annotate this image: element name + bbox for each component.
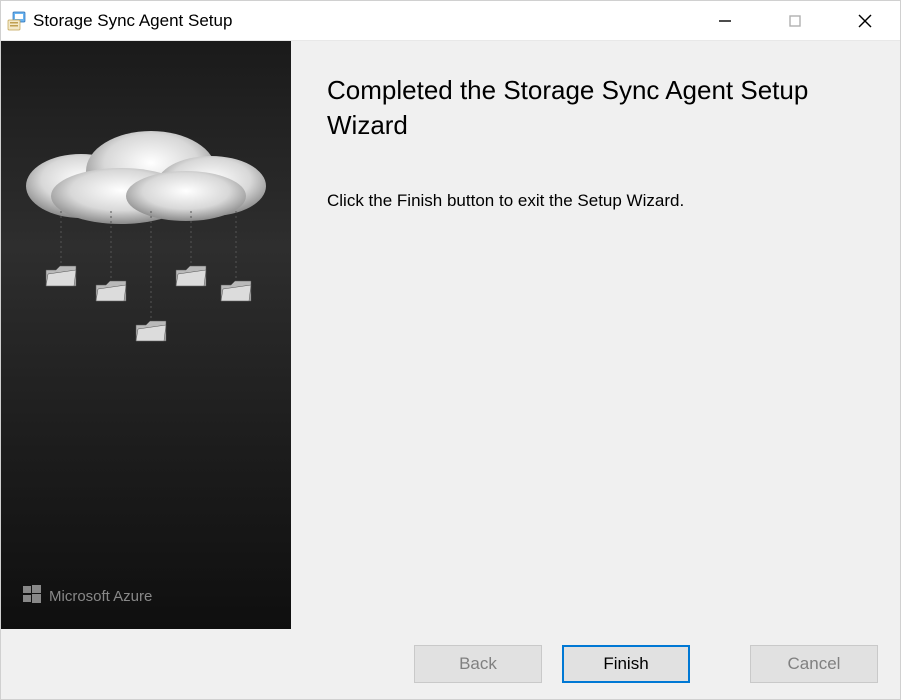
cloud-icon (11, 116, 281, 226)
content-area: Microsoft Azure Completed the Storage Sy… (1, 41, 900, 629)
cancel-button: Cancel (750, 645, 878, 683)
azure-brand-text: Microsoft Azure (49, 588, 152, 605)
close-button[interactable] (830, 1, 900, 40)
folders-icon (21, 211, 271, 361)
installer-window: Storage Sync Agent Setup (0, 0, 901, 700)
finish-button[interactable]: Finish (562, 645, 690, 683)
azure-brand: Microsoft Azure (23, 585, 152, 607)
wizard-heading: Completed the Storage Sync Agent Setup W… (327, 73, 864, 143)
wizard-banner: Microsoft Azure (1, 41, 291, 629)
window-controls (690, 1, 900, 40)
wizard-instruction: Click the Finish button to exit the Setu… (327, 191, 864, 211)
main-panel: Completed the Storage Sync Agent Setup W… (291, 41, 900, 629)
windows-logo-icon (23, 585, 41, 607)
minimize-button[interactable] (690, 1, 760, 40)
titlebar: Storage Sync Agent Setup (1, 1, 900, 41)
maximize-button (760, 1, 830, 40)
window-title: Storage Sync Agent Setup (33, 11, 232, 31)
back-button: Back (414, 645, 542, 683)
installer-icon (7, 11, 27, 31)
wizard-footer: Back Finish Cancel (1, 629, 900, 699)
